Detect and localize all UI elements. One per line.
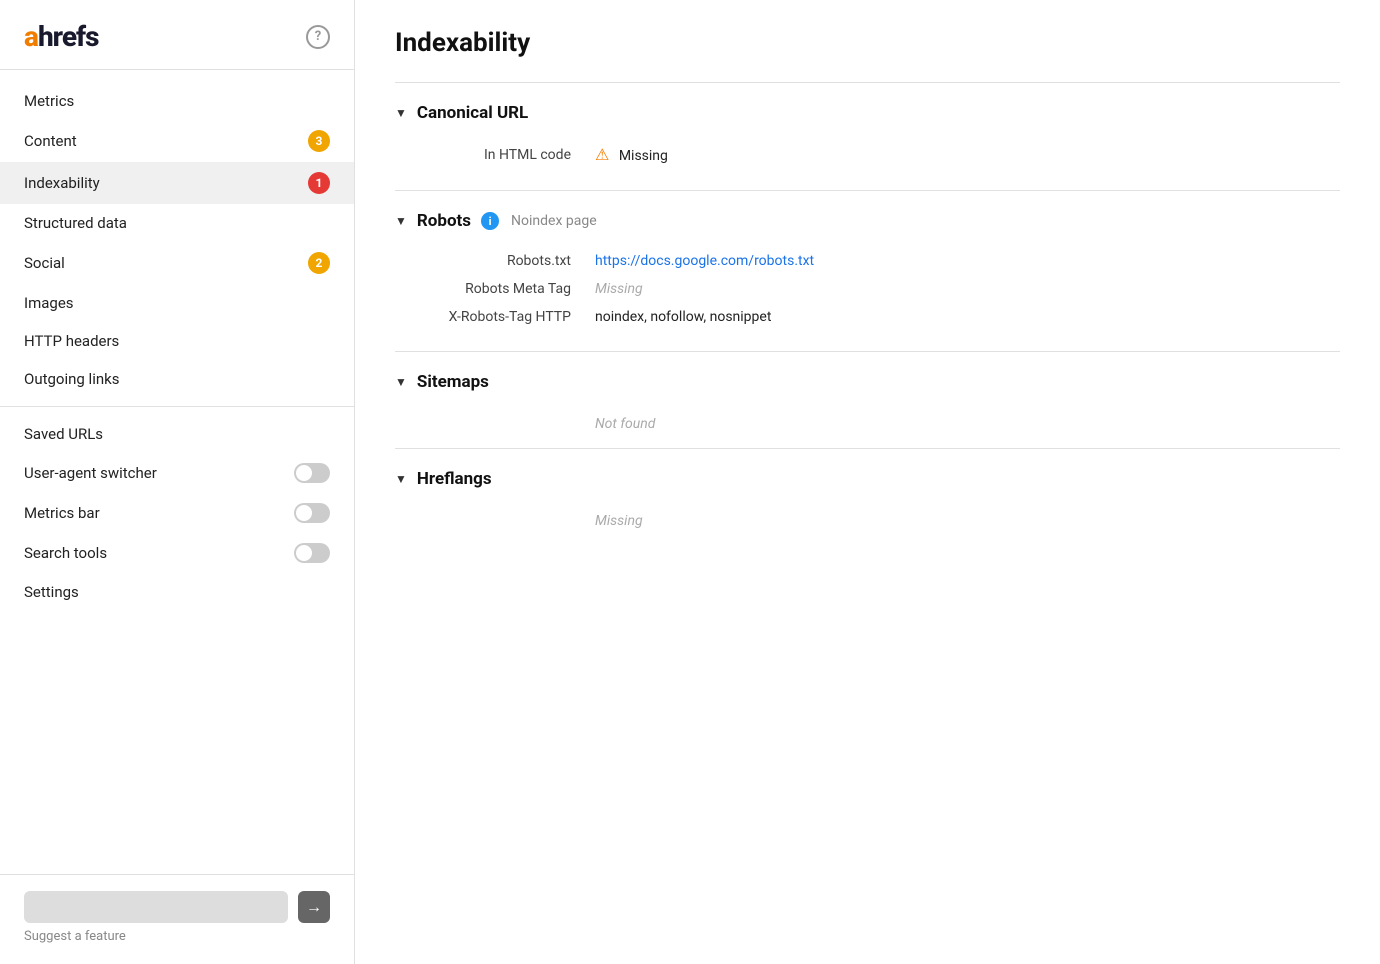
sidebar-item-label: Settings [24, 583, 79, 601]
sidebar-item-indexability[interactable]: Indexability 1 [0, 162, 354, 204]
search-tools-label: Search tools [24, 544, 107, 562]
in-html-value: ⚠ Missing [595, 145, 668, 164]
sidebar-item-label: Indexability [24, 174, 100, 192]
info-icon: i [481, 212, 499, 230]
search-tools-row: Search tools [0, 533, 354, 573]
user-agent-switcher-row: User-agent switcher [0, 453, 354, 493]
hreflangs-empty: Missing [395, 505, 1340, 545]
robots-txt-link[interactable]: https://docs.google.com/robots.txt [595, 253, 814, 269]
sidebar-item-label: Images [24, 294, 74, 312]
section-canonical-url: ▼ Canonical URL In HTML code ⚠ Missing [395, 83, 1340, 191]
hreflangs-title: Hreflangs [417, 469, 492, 489]
section-hreflangs: ▼ Hreflangs Missing [395, 449, 1340, 545]
suggest-button[interactable]: → [298, 891, 330, 923]
robots-meta-tag-value: Missing [595, 281, 643, 297]
robots-header[interactable]: ▼ Robots i Noindex page [395, 191, 1340, 247]
sidebar-item-label: Social [24, 254, 65, 272]
in-html-label: In HTML code [395, 147, 595, 163]
robots-subtitle: Noindex page [511, 213, 597, 229]
sidebar-item-structured-data[interactable]: Structured data [0, 204, 354, 242]
warning-icon: ⚠ [595, 145, 609, 164]
sidebar-item-label: Saved URLs [24, 425, 103, 443]
canonical-url-title: Canonical URL [417, 103, 528, 123]
hreflangs-header[interactable]: ▼ Hreflangs [395, 449, 1340, 505]
logo-rest: hrefs [38, 20, 99, 53]
robots-meta-tag-label: Robots Meta Tag [395, 281, 595, 297]
user-agent-toggle[interactable] [294, 463, 330, 483]
sidebar-item-label: Outgoing links [24, 370, 119, 388]
logo: ahrefs [24, 20, 99, 53]
logo-a: a [24, 20, 38, 53]
sidebar: ahrefs ? Metrics Content 3 Indexability … [0, 0, 355, 964]
sidebar-item-images[interactable]: Images [0, 284, 354, 322]
chevron-down-icon: ▼ [395, 106, 407, 120]
arrow-icon: → [306, 897, 322, 917]
suggest-input[interactable] [24, 891, 288, 923]
canonical-url-content: In HTML code ⚠ Missing [395, 139, 1340, 190]
metrics-bar-row: Metrics bar [0, 493, 354, 533]
nav-items: Metrics Content 3 Indexability 1 Structu… [0, 78, 354, 874]
user-agent-label: User-agent switcher [24, 464, 157, 482]
chevron-down-icon: ▼ [395, 472, 407, 486]
sidebar-item-outgoing-links[interactable]: Outgoing links [0, 360, 354, 398]
robots-txt-row: Robots.txt https://docs.google.com/robot… [395, 247, 1340, 275]
sitemaps-title: Sitemaps [417, 372, 489, 392]
canonical-url-header[interactable]: ▼ Canonical URL [395, 83, 1340, 139]
sidebar-section-divider [0, 406, 354, 407]
suggest-feature-label: Suggest a feature [24, 929, 330, 944]
metrics-bar-toggle[interactable] [294, 503, 330, 523]
in-html-missing-text: Missing [619, 148, 668, 164]
badge-social: 2 [308, 252, 330, 274]
robots-meta-tag-row: Robots Meta Tag Missing [395, 275, 1340, 303]
suggest-row: → [24, 891, 330, 923]
badge-indexability: 1 [308, 172, 330, 194]
badge-content: 3 [308, 130, 330, 152]
sidebar-item-metrics[interactable]: Metrics [0, 82, 354, 120]
robots-title: Robots [417, 211, 471, 231]
sidebar-item-content[interactable]: Content 3 [0, 120, 354, 162]
chevron-down-icon: ▼ [395, 214, 407, 228]
sidebar-item-saved-urls[interactable]: Saved URLs [0, 415, 354, 453]
metrics-bar-label: Metrics bar [24, 504, 100, 522]
sidebar-item-settings[interactable]: Settings [0, 573, 354, 611]
sitemaps-empty: Not found [395, 408, 1340, 448]
sidebar-item-label: Structured data [24, 214, 127, 232]
robots-txt-label: Robots.txt [395, 253, 595, 269]
sidebar-item-label: HTTP headers [24, 332, 119, 350]
sidebar-item-label: Content [24, 132, 77, 150]
sidebar-item-label: Metrics [24, 92, 74, 110]
sidebar-item-http-headers[interactable]: HTTP headers [0, 322, 354, 360]
search-tools-toggle[interactable] [294, 543, 330, 563]
sidebar-item-social[interactable]: Social 2 [0, 242, 354, 284]
help-icon[interactable]: ? [306, 25, 330, 49]
sidebar-bottom: → Suggest a feature [0, 874, 354, 964]
canonical-in-html-row: In HTML code ⚠ Missing [395, 139, 1340, 170]
robots-content: Robots.txt https://docs.google.com/robot… [395, 247, 1340, 351]
section-sitemaps: ▼ Sitemaps Not found [395, 352, 1340, 449]
page-title: Indexability [395, 28, 1340, 58]
x-robots-tag-value: noindex, nofollow, nosnippet [595, 309, 771, 325]
x-robots-tag-row: X-Robots-Tag HTTP noindex, nofollow, nos… [395, 303, 1340, 331]
sitemaps-header[interactable]: ▼ Sitemaps [395, 352, 1340, 408]
sidebar-divider [0, 69, 354, 70]
main-content: Indexability ▼ Canonical URL In HTML cod… [355, 0, 1380, 964]
section-robots: ▼ Robots i Noindex page Robots.txt https… [395, 191, 1340, 352]
x-robots-tag-label: X-Robots-Tag HTTP [395, 309, 595, 325]
sidebar-header: ahrefs ? [0, 0, 354, 69]
chevron-down-icon: ▼ [395, 375, 407, 389]
